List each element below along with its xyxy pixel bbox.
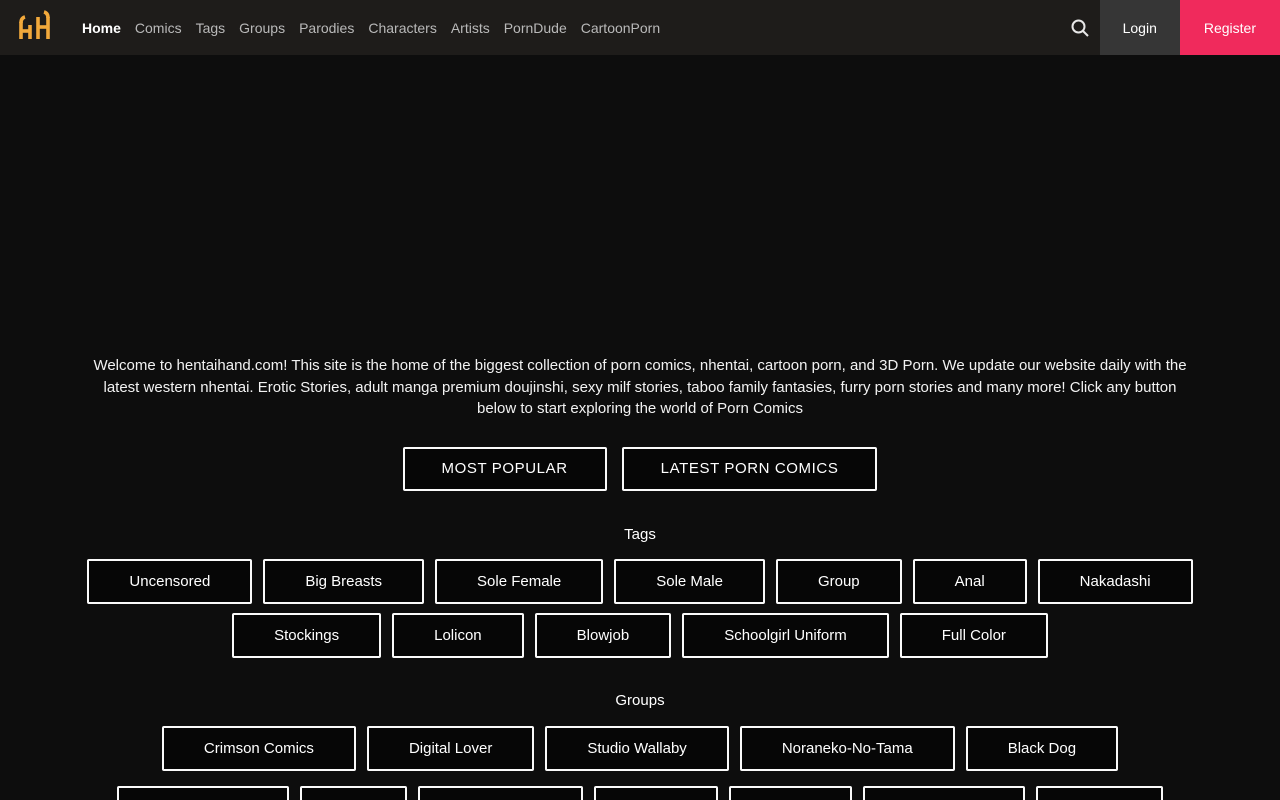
group-button[interactable] bbox=[863, 785, 1025, 800]
nav-item[interactable]: Comics bbox=[135, 16, 182, 40]
login-button[interactable]: Login bbox=[1099, 0, 1180, 55]
group-button[interactable]: Noraneko-No-Tama bbox=[739, 725, 955, 771]
tag-button[interactable]: Schoolgirl Uniform bbox=[682, 612, 889, 658]
tag-button[interactable]: Stockings bbox=[232, 612, 382, 658]
nav-item[interactable]: PornDude bbox=[504, 16, 567, 40]
tags-row-1: Uncensored Big Breasts Sole Female Sole Mal… bbox=[0, 558, 1280, 604]
group-button[interactable]: Studio Wallaby bbox=[545, 725, 729, 771]
nav-item[interactable]: Characters bbox=[368, 16, 436, 40]
tag-button[interactable]: Nakadashi bbox=[1037, 558, 1193, 604]
nav-right: Login Register bbox=[1060, 0, 1280, 55]
group-button[interactable] bbox=[729, 785, 852, 800]
tag-button[interactable]: Lolicon bbox=[392, 612, 524, 658]
top-nav: Home Comics Tags Groups Parodies Characters Ar… bbox=[0, 0, 1280, 55]
group-button[interactable] bbox=[117, 785, 289, 800]
tag-button[interactable]: Sole Male bbox=[614, 558, 765, 604]
group-button[interactable] bbox=[300, 785, 407, 800]
nav-item[interactable]: Tags bbox=[196, 16, 226, 40]
nav-item[interactable]: Home bbox=[82, 16, 121, 40]
tag-button[interactable]: Full Color bbox=[899, 612, 1048, 658]
tag-button[interactable]: Big Breasts bbox=[263, 558, 425, 604]
tag-button[interactable]: Anal bbox=[912, 558, 1027, 604]
search-button[interactable] bbox=[1060, 0, 1100, 55]
group-button[interactable] bbox=[1036, 785, 1163, 800]
site-logo[interactable] bbox=[0, 0, 66, 55]
tags-row-2: Stockings Lolicon Blowjob Schoolgirl Unifor… bbox=[0, 612, 1280, 658]
cta-row: MOST POPULAR LATEST PORN COMICS bbox=[0, 446, 1280, 491]
group-button[interactable]: Digital Lover bbox=[366, 725, 535, 771]
most-popular-button[interactable]: MOST POPULAR bbox=[402, 446, 607, 491]
search-icon bbox=[1071, 19, 1089, 37]
group-button[interactable] bbox=[594, 785, 718, 800]
tag-button[interactable]: Uncensored bbox=[87, 558, 253, 604]
main-content: Welcome to hentaihand.com! This site is … bbox=[0, 355, 1280, 800]
groups-row-1: Crimson Comics Digital Lover Studio Wallab… bbox=[0, 725, 1280, 771]
groups-heading: Groups bbox=[615, 691, 665, 709]
register-button[interactable]: Register bbox=[1179, 0, 1280, 55]
group-button[interactable]: Crimson Comics bbox=[161, 725, 356, 771]
groups-row-2-partial bbox=[0, 785, 1280, 800]
nav-item[interactable]: CartoonPorn bbox=[581, 16, 660, 40]
tags-heading: Tags bbox=[624, 525, 656, 543]
latest-porn-comics-button[interactable]: LATEST PORN COMICS bbox=[621, 446, 878, 491]
nav-item[interactable]: Parodies bbox=[299, 16, 354, 40]
intro-text: Welcome to hentaihand.com! This site is … bbox=[93, 357, 1187, 417]
tag-button[interactable]: Blowjob bbox=[534, 612, 672, 658]
logo-hh-icon bbox=[19, 9, 50, 39]
group-button[interactable]: Black Dog bbox=[965, 725, 1119, 771]
nav-item[interactable]: Artists bbox=[451, 16, 490, 40]
group-button[interactable] bbox=[418, 785, 583, 800]
tag-button[interactable]: Sole Female bbox=[435, 558, 604, 604]
nav-item[interactable]: Groups bbox=[239, 16, 285, 40]
tag-button[interactable]: Group bbox=[775, 558, 902, 604]
nav-menu: Home Comics Tags Groups Parodies Characters Ar… bbox=[82, 16, 660, 40]
